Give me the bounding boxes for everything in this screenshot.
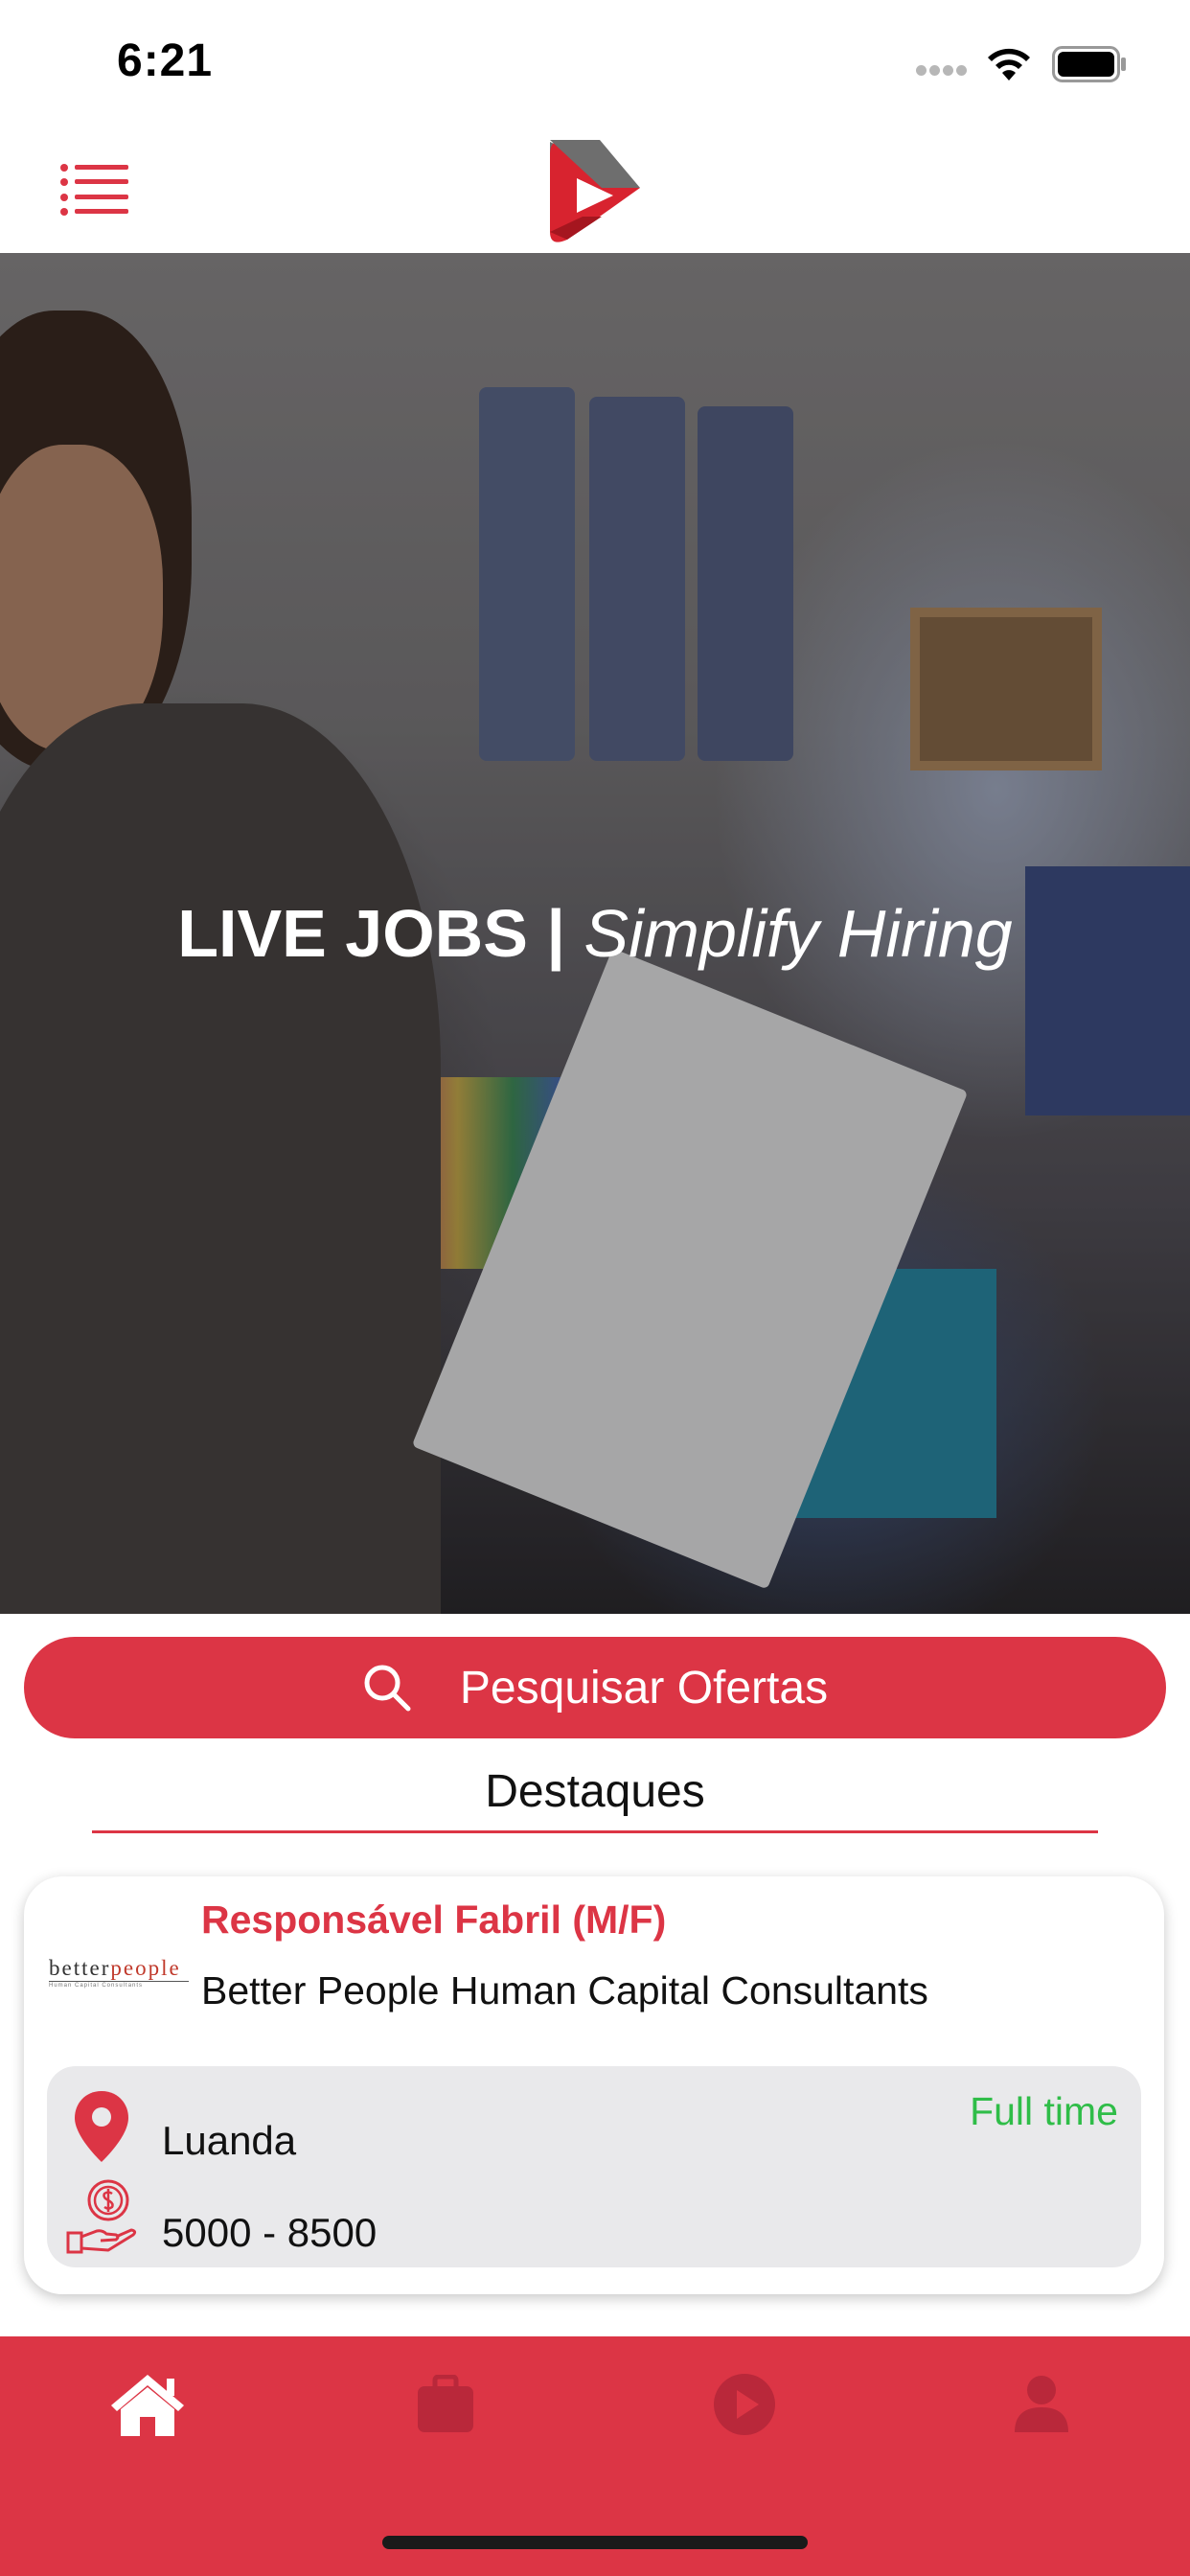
salary-icon bbox=[66, 2179, 137, 2254]
hero-title: LIVE JOBS | Simplify Hiring bbox=[0, 895, 1190, 972]
job-info-box: Luanda Full time 5000 - 8500 bbox=[47, 2066, 1141, 2267]
profile-icon bbox=[1015, 2376, 1068, 2432]
company-name: Better People Human Capital Consultants bbox=[201, 1968, 928, 2012]
battery-icon bbox=[1052, 46, 1126, 82]
home-icon bbox=[111, 2375, 184, 2436]
search-label: Pesquisar Ofertas bbox=[459, 1662, 829, 1714]
job-salary: 5000 - 8500 bbox=[162, 2210, 378, 2255]
status-bar: 6:21 bbox=[0, 0, 1190, 125]
hero-title-tagline: Simplify Hiring bbox=[584, 896, 1013, 971]
section-title: Destaques bbox=[485, 1766, 705, 1817]
tab-profile[interactable] bbox=[994, 2361, 1089, 2448]
job-location: Luanda bbox=[162, 2118, 297, 2163]
job-type-badge: Full time bbox=[970, 2089, 1118, 2133]
play-icon bbox=[714, 2374, 775, 2435]
signal-icon bbox=[916, 63, 970, 80]
job-title: Responsável Fabril (M/F) bbox=[201, 1898, 667, 1942]
tab-home[interactable] bbox=[100, 2361, 195, 2448]
search-offers-button[interactable]: Pesquisar Ofertas bbox=[24, 1637, 1166, 1738]
app-logo bbox=[550, 140, 640, 242]
tab-jobs[interactable] bbox=[398, 2361, 493, 2448]
hero-title-strong: LIVE JOBS | bbox=[177, 896, 565, 971]
company-logo: betterpeople Human Capital Consultants bbox=[49, 1957, 193, 1995]
status-time: 6:21 bbox=[117, 35, 214, 86]
search-icon bbox=[364, 1665, 411, 1712]
menu-button[interactable] bbox=[59, 163, 128, 217]
tab-videos[interactable] bbox=[697, 2361, 792, 2448]
wifi-icon bbox=[988, 48, 1030, 80]
briefcase-icon bbox=[418, 2375, 473, 2432]
home-indicator bbox=[382, 2536, 808, 2549]
location-pin-icon bbox=[75, 2091, 128, 2162]
section-divider bbox=[92, 1830, 1098, 1833]
job-card[interactable]: betterpeople Human Capital Consultants R… bbox=[24, 1876, 1164, 2294]
app-header bbox=[0, 125, 1190, 253]
hero-banner: LIVE JOBS | Simplify Hiring bbox=[0, 253, 1190, 1614]
